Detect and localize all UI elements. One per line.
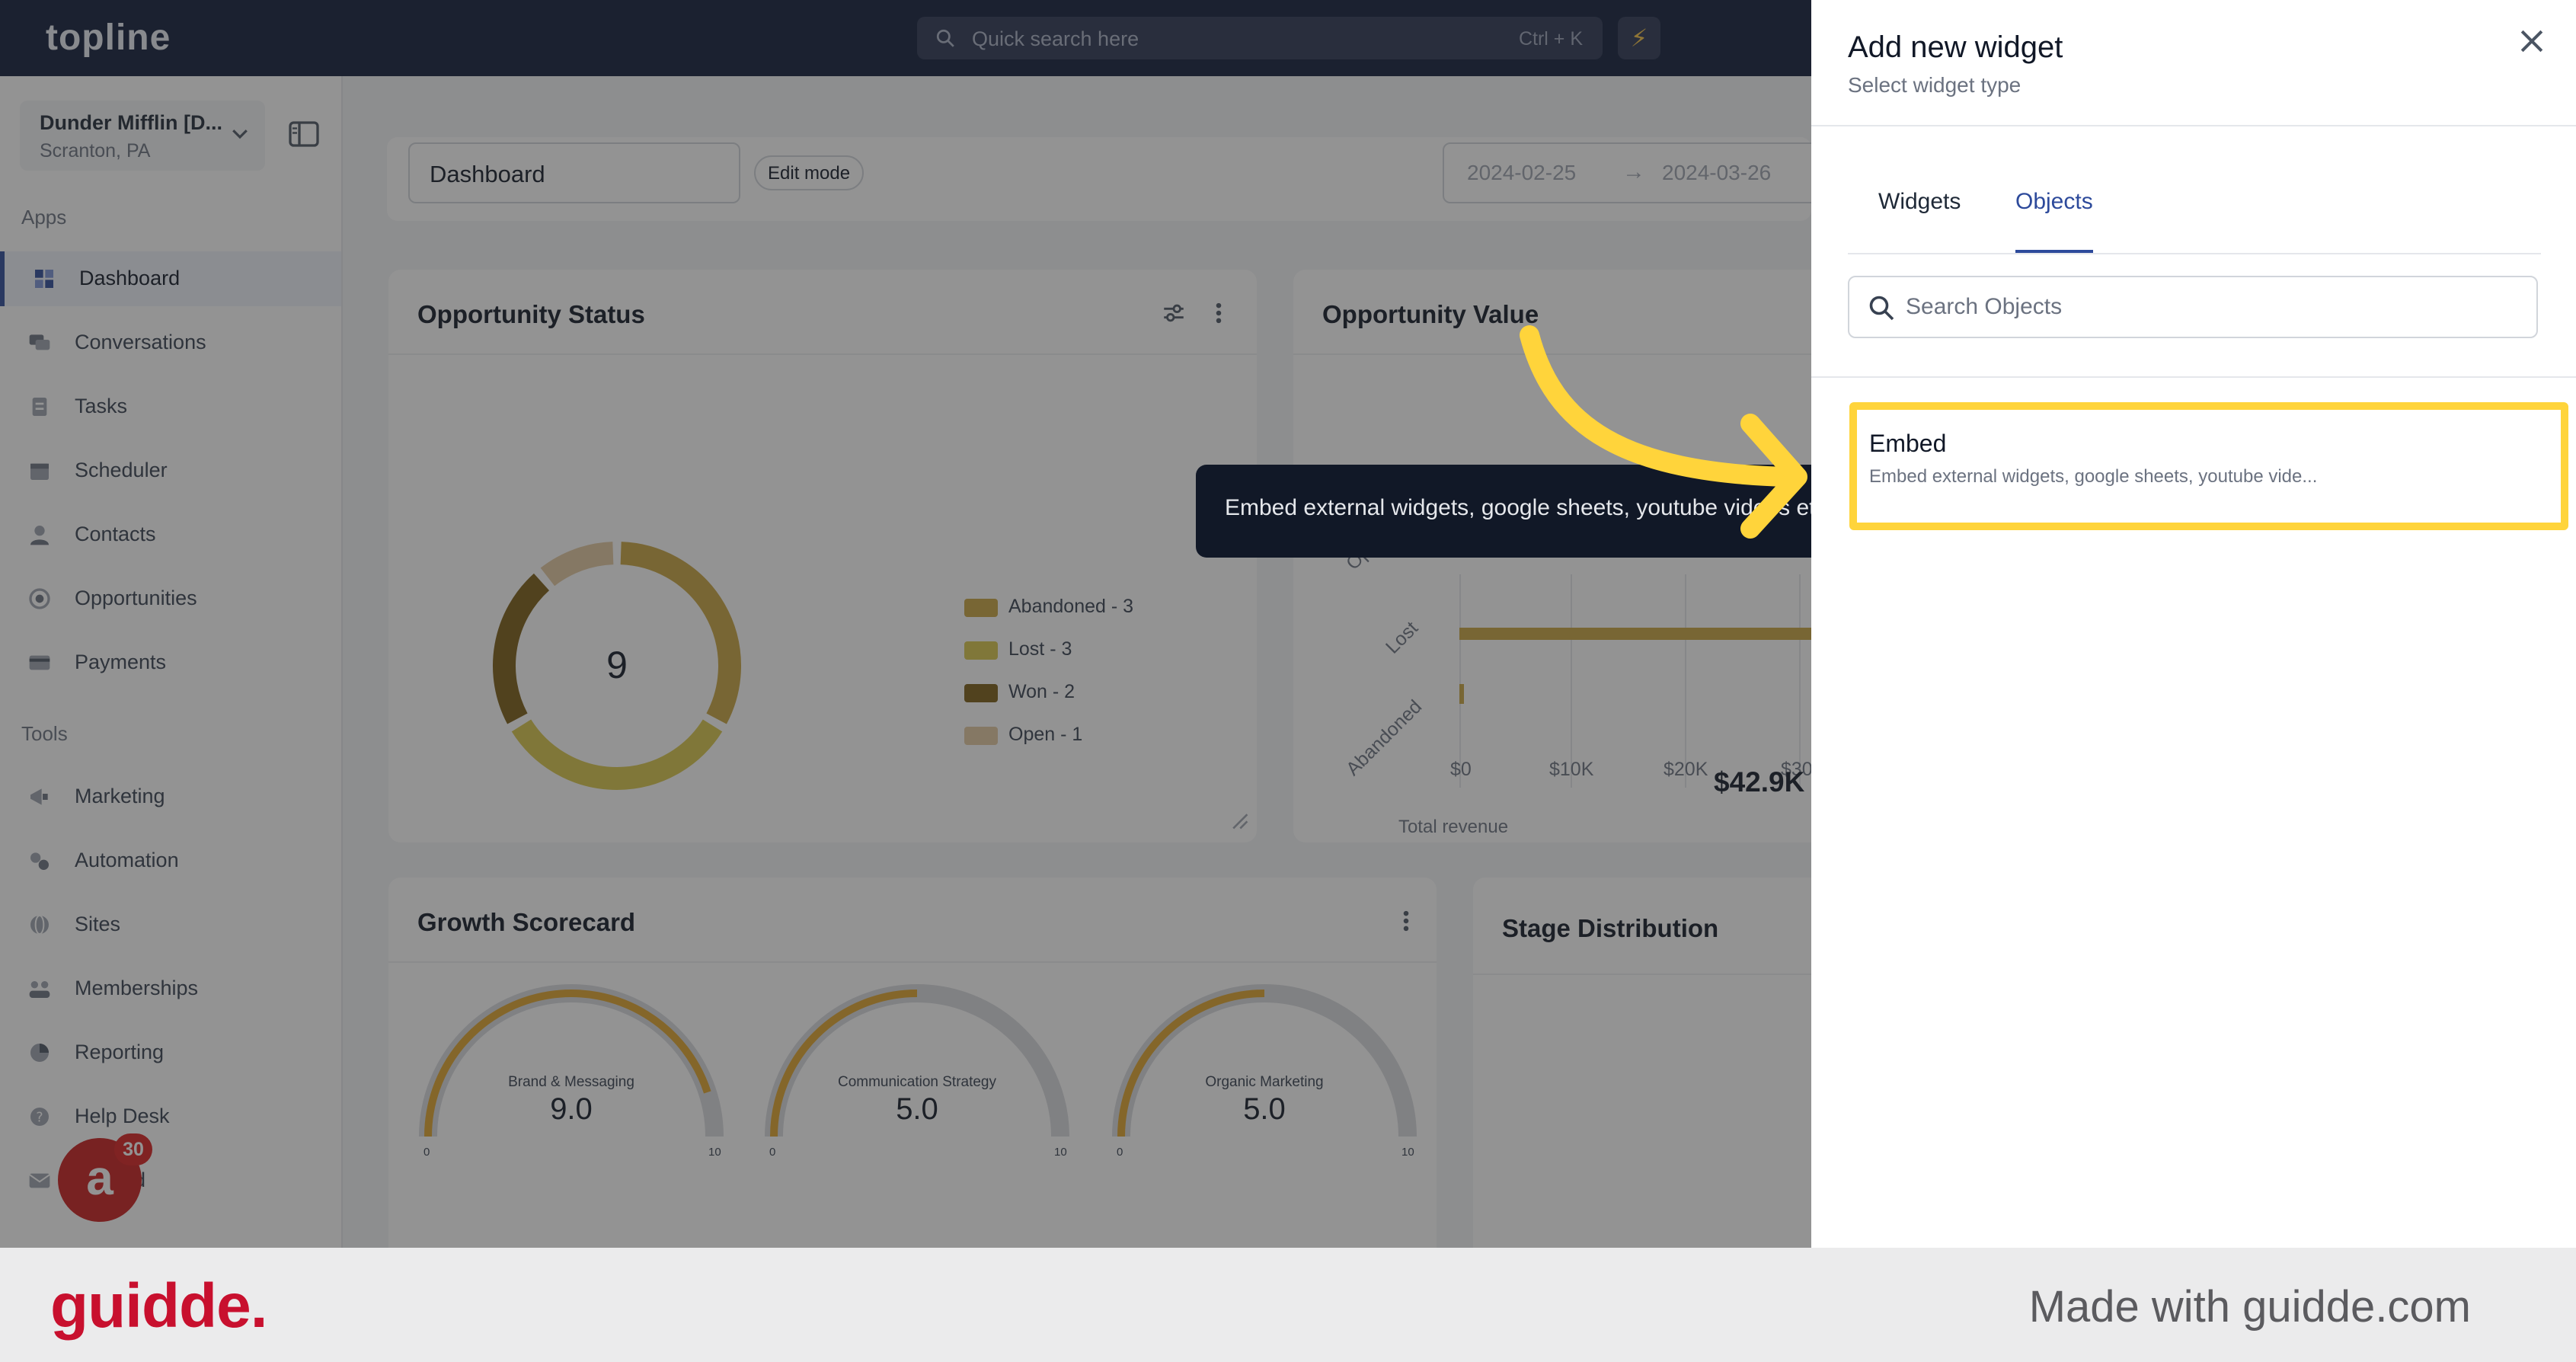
made-with-text: Made with guidde.com: [2028, 1282, 2471, 1332]
tab-objects[interactable]: Objects: [2015, 189, 2093, 215]
tabs-divider: [1848, 253, 2541, 254]
active-tab-indicator: [2015, 250, 2093, 253]
embed-tooltip: Embed external widgets, google sheets, y…: [1196, 465, 1860, 558]
highlight-box: [1849, 402, 2568, 530]
guidde-footer: guidde. Made with guidde.com: [0, 1248, 2576, 1362]
add-widget-drawer: Add new widget Select widget type Widget…: [1811, 0, 2576, 1248]
close-icon[interactable]: [2515, 24, 2549, 58]
drawer-subtitle: Select widget type: [1848, 73, 2021, 97]
search-objects-field[interactable]: [1848, 276, 2538, 338]
modal-backdrop[interactable]: [0, 0, 1811, 1248]
guidde-logo: guidde.: [50, 1271, 268, 1341]
search-objects-input[interactable]: [1906, 288, 2515, 326]
tab-widgets[interactable]: Widgets: [1878, 189, 1961, 215]
search-icon: [1869, 296, 1894, 321]
list-divider: [1811, 376, 2576, 378]
drawer-divider: [1811, 125, 2576, 126]
drawer-title: Add new widget: [1848, 30, 2063, 64]
